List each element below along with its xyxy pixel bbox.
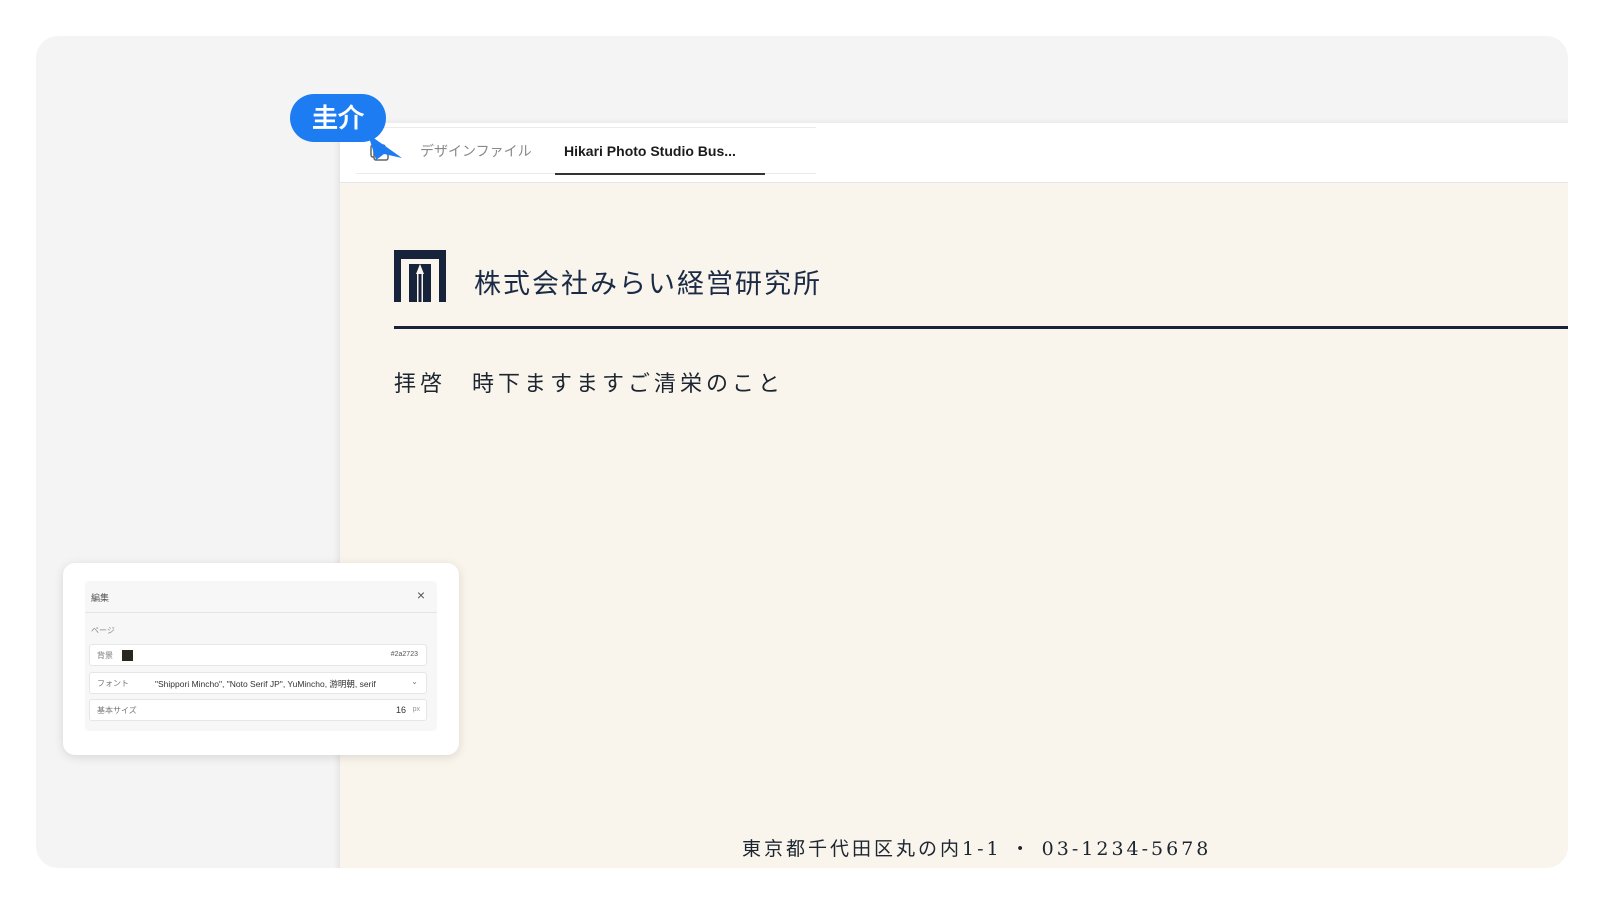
tab-bar: デザインファイル Hikari Photo Studio Bus... bbox=[340, 123, 1568, 183]
edit-panel: 編集 × ページ 背景 #2a2723 フォント "Shippori Minch… bbox=[63, 563, 459, 755]
app-canvas: デザインファイル Hikari Photo Studio Bus... 株式会社… bbox=[36, 36, 1568, 868]
background-color-value: #2a2723 bbox=[390, 651, 418, 658]
company-logo-icon bbox=[394, 250, 446, 302]
pointer-arrow-icon bbox=[368, 134, 402, 160]
tab-design-files[interactable]: デザインファイル bbox=[420, 141, 532, 175]
font-family-select[interactable]: フォント "Shippori Mincho", "Noto Serif JP",… bbox=[89, 672, 427, 694]
company-name: 株式会社みらい経営研究所 bbox=[474, 269, 822, 300]
background-color-field[interactable]: 背景 #2a2723 bbox=[89, 644, 427, 666]
base-size-unit: px bbox=[412, 706, 420, 713]
background-color-swatch[interactable] bbox=[122, 650, 133, 661]
chevron-down-icon[interactable]: ⌄ bbox=[411, 677, 418, 686]
greeting-text: 拝啓 時下ますますご清栄のこと bbox=[394, 372, 785, 397]
close-icon[interactable]: × bbox=[413, 587, 429, 605]
base-size-field[interactable]: 基本サイズ 16 px bbox=[89, 699, 427, 721]
background-label: 背景 bbox=[97, 651, 113, 660]
header-rule bbox=[394, 326, 1568, 329]
section-label-page: ページ bbox=[91, 626, 115, 635]
address-line: 東京都千代田区丸の内1-1 ・ 03-1234-5678 bbox=[742, 838, 1212, 860]
edit-panel-title: 編集 bbox=[91, 593, 110, 603]
document-page: 株式会社みらい経営研究所 拝啓 時下ますますご清栄のこと 東京都千代田区丸の内1… bbox=[340, 184, 1568, 868]
tab-bar-divider bbox=[356, 127, 816, 128]
base-size-label: 基本サイズ bbox=[97, 706, 137, 715]
base-size-value[interactable]: 16 bbox=[396, 705, 406, 715]
edit-panel-body: 編集 × ページ 背景 #2a2723 フォント "Shippori Minch… bbox=[85, 581, 437, 731]
edit-panel-header: 編集 × bbox=[85, 581, 437, 613]
font-family-value: "Shippori Mincho", "Noto Serif JP", YuMi… bbox=[155, 679, 376, 689]
tab-active-document[interactable]: Hikari Photo Studio Bus... bbox=[555, 141, 765, 175]
font-label: フォント bbox=[97, 679, 129, 688]
preview-window: デザインファイル Hikari Photo Studio Bus... 株式会社… bbox=[340, 123, 1568, 868]
